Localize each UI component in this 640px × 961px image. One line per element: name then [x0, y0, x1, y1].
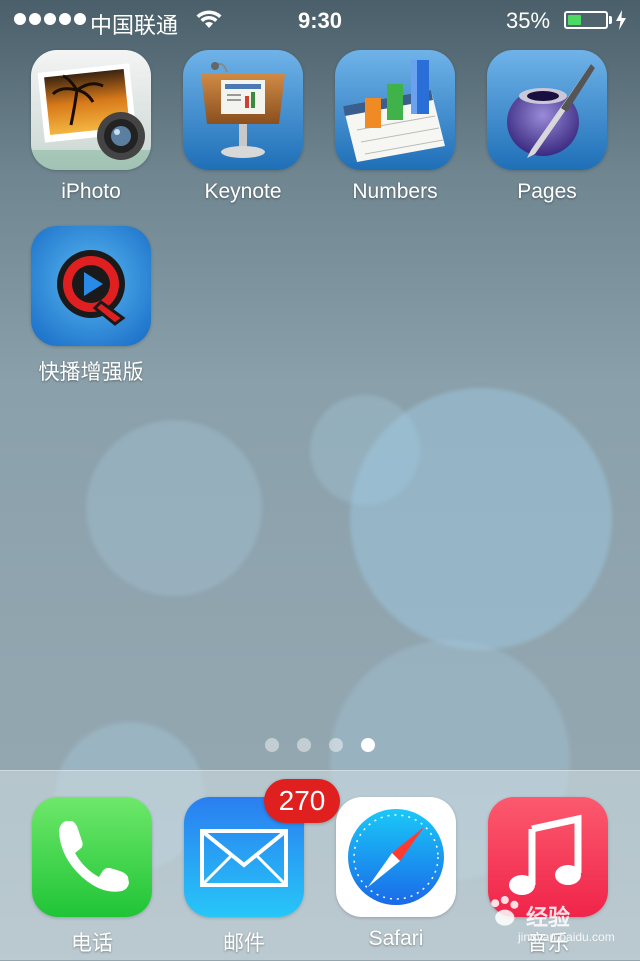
battery-tip [609, 16, 612, 24]
app-label: Keynote [204, 180, 282, 203]
app-label: 电话 [71, 932, 113, 955]
page-indicator[interactable] [0, 738, 640, 752]
app-keynote[interactable]: Keynote [167, 50, 319, 204]
app-qvod[interactable]: 快播增强版 [15, 226, 167, 386]
dock-app-safari[interactable]: Safari [320, 797, 472, 951]
iphoto-icon [31, 50, 151, 170]
qvod-icon [31, 226, 151, 346]
phone-icon [32, 797, 152, 917]
app-pages[interactable]: Pages [471, 50, 623, 204]
app-iphoto[interactable]: iPhoto [15, 50, 167, 204]
page-dot-current[interactable] [361, 738, 375, 752]
page-dot[interactable] [297, 738, 311, 752]
dock-app-phone[interactable]: 电话 [16, 797, 168, 957]
app-label: Safari [368, 927, 424, 950]
wallpaper-bokeh [86, 420, 262, 596]
battery-icon [564, 11, 608, 29]
app-label: 邮件 [223, 932, 265, 955]
safari-icon [336, 797, 456, 917]
app-numbers[interactable]: Numbers [319, 50, 471, 204]
app-label: Pages [517, 180, 577, 203]
app-label: 快播增强版 [38, 361, 144, 384]
pages-icon [487, 50, 607, 170]
battery-percentage: 35% [506, 8, 551, 33]
baidu-paw-icon [491, 896, 519, 926]
app-label: iPhoto [61, 180, 121, 203]
wallpaper-bokeh [350, 388, 612, 650]
page-dot[interactable] [329, 738, 343, 752]
dock-app-mail[interactable]: 270 邮件 [168, 779, 340, 957]
watermark-text: 经验 [526, 905, 571, 930]
page-dot[interactable] [265, 738, 279, 752]
status-bar: 中国联通 9:30 35% [0, 0, 640, 40]
watermark-url: jingyan.baidu.com [518, 930, 615, 944]
app-label: Numbers [352, 180, 438, 203]
keynote-icon [183, 50, 303, 170]
charging-bolt-icon [616, 10, 626, 30]
numbers-icon [335, 50, 455, 170]
